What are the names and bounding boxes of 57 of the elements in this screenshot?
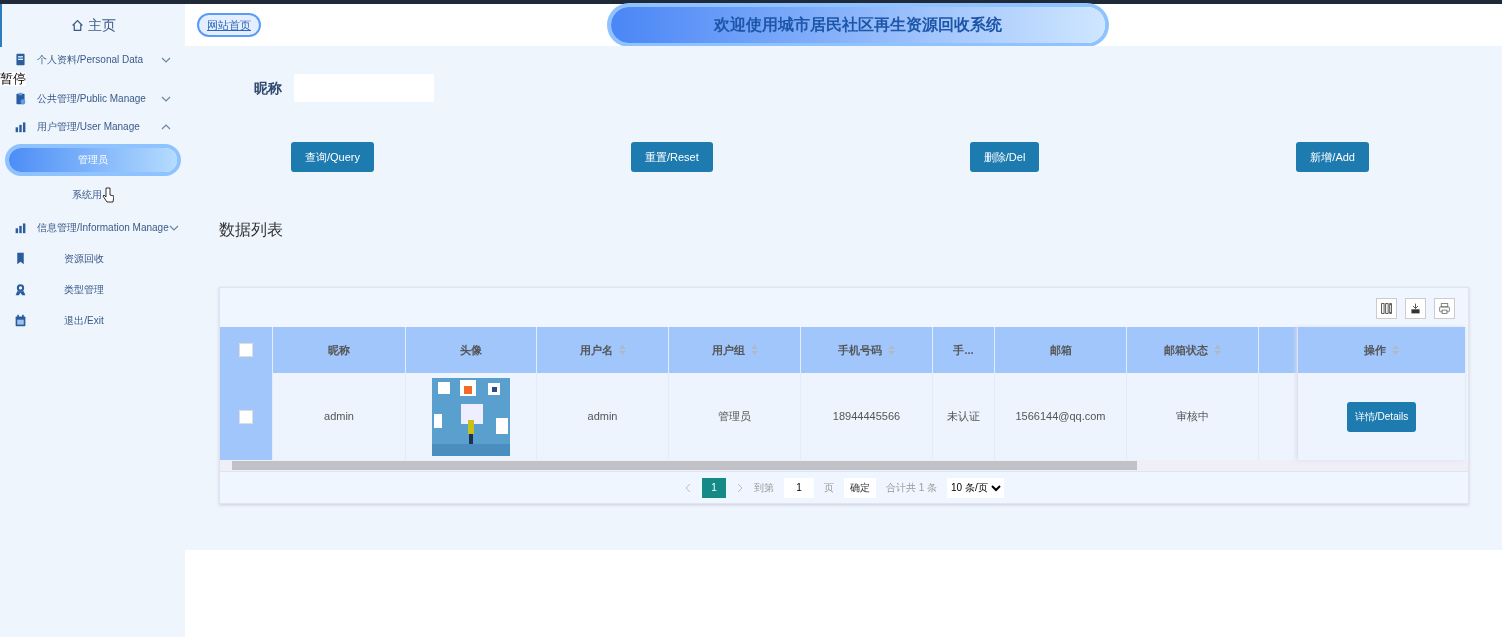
home-label: 主页 xyxy=(88,16,116,35)
header-label: 邮箱 xyxy=(1049,342,1072,358)
header-label: 头像 xyxy=(460,342,482,358)
home-icon xyxy=(71,19,84,32)
home-link[interactable]: 网站首页 xyxy=(197,12,261,38)
page-suffix: 页 xyxy=(823,481,834,495)
header-label: 邮箱状态 xyxy=(1164,342,1208,358)
paused-label: 暂停 xyxy=(0,72,26,86)
header-label: 操作 xyxy=(1364,342,1386,358)
menu-item[interactable]: 退出/Exit xyxy=(0,305,185,336)
sort-icon xyxy=(618,345,626,355)
award-icon xyxy=(14,283,27,296)
section-title: 数据列表 xyxy=(219,220,284,240)
sort-icon xyxy=(1392,345,1399,355)
sort-icon xyxy=(750,345,758,355)
action-button[interactable]: 重置/Reset xyxy=(631,142,713,172)
menu-group[interactable]: 信息管理/Information Manage xyxy=(0,212,185,243)
page-size-select[interactable]: 10 条/页 xyxy=(947,477,1005,498)
toolbar-button[interactable] xyxy=(1376,298,1397,319)
menu-group[interactable]: 个人资料/Personal Data xyxy=(0,47,185,72)
columns-icon xyxy=(1380,302,1393,315)
action-button[interactable]: 查询/Query xyxy=(291,142,374,172)
chevron-right-icon xyxy=(735,482,744,493)
bookmark-icon xyxy=(14,252,27,265)
goto-label: 到第 xyxy=(753,481,774,495)
header-label: 手机号码 xyxy=(838,342,882,358)
page-button[interactable]: 1 xyxy=(701,477,726,498)
calendar-icon xyxy=(14,314,27,327)
hand-cursor-icon xyxy=(101,186,114,203)
bar-chart-icon xyxy=(14,120,27,133)
document-icon xyxy=(14,53,27,66)
total-count: 合计共 1 条 xyxy=(885,481,938,495)
sort-icon xyxy=(888,345,895,355)
submenu-item[interactable]: 系统用 xyxy=(71,186,114,203)
sort-icon xyxy=(1214,345,1221,355)
export-icon xyxy=(1409,302,1422,315)
toolbar-button[interactable] xyxy=(1405,298,1426,319)
header-label: 昵称 xyxy=(328,342,350,358)
clipboard-icon xyxy=(14,92,27,105)
confirm-button[interactable]: 确定 xyxy=(843,477,876,498)
print-icon xyxy=(1438,302,1451,315)
menu-group[interactable]: 公共管理/Public Manage xyxy=(0,86,185,111)
menu-item[interactable]: 类型管理 xyxy=(0,274,185,305)
bar-chart-icon xyxy=(14,221,27,234)
menu-item[interactable]: 资源回收 xyxy=(0,243,185,274)
header-label: 手... xyxy=(953,342,974,358)
select-all-checkbox[interactable] xyxy=(239,343,253,357)
row-checkbox[interactable] xyxy=(239,409,253,424)
page-number-field[interactable]: 1 xyxy=(783,477,814,498)
header-label: 用户组 xyxy=(711,342,745,358)
header-label: 用户名 xyxy=(579,342,613,358)
action-button[interactable]: 删除/Del xyxy=(969,142,1040,172)
details-button[interactable]: 详情/Details xyxy=(1346,401,1417,432)
menu-group[interactable]: 用户管理/User Manage xyxy=(0,111,185,142)
action-button[interactable]: 新增/Add xyxy=(1296,142,1369,172)
chevron-left-icon xyxy=(683,483,692,494)
search-label: 昵称 xyxy=(254,78,282,98)
